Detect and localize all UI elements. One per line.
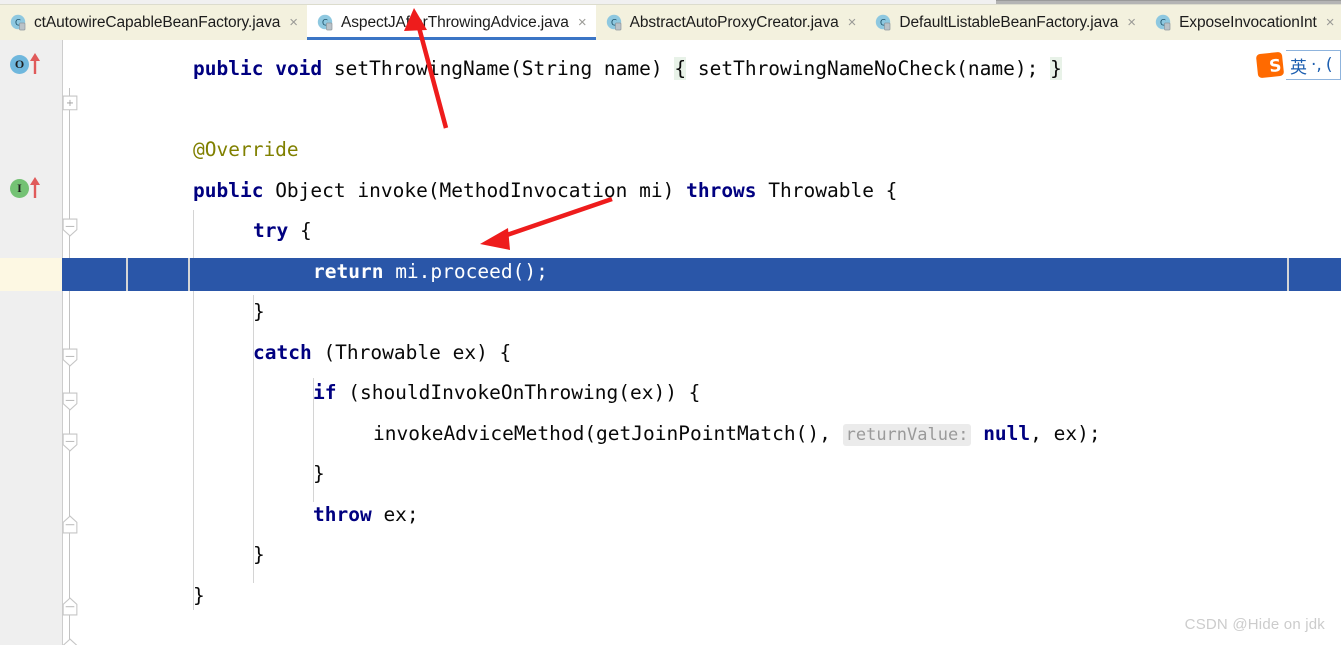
close-icon[interactable]: ×: [1127, 15, 1136, 30]
code-token: public: [193, 178, 264, 202]
line-close-method[interactable]: }: [0, 576, 1341, 617]
line-throw-ex-text: throw ex;: [313, 495, 419, 536]
ime-separator-label[interactable]: ·,: [1311, 55, 1322, 75]
code-token: throws: [686, 178, 757, 202]
line-close-if[interactable]: }: [0, 454, 1341, 495]
code-token: , ex);: [1030, 421, 1101, 445]
line-blank-1[interactable]: [0, 90, 1341, 131]
editor-tab-label: AspectJAfterThrowingAdvice.java: [341, 13, 569, 31]
line-close-method-text: }: [193, 576, 205, 617]
sogou-input-method-bar[interactable]: S 英 ·, (: [1256, 46, 1341, 84]
java-class-icon: C: [876, 14, 891, 31]
code-token: throw: [313, 502, 372, 526]
editor-tab-3[interactable]: C DefaultListableBeanFactory.java ×: [865, 5, 1146, 40]
code-token: Object invoke(MethodInvocation mi): [263, 178, 687, 202]
java-class-icon: C: [10, 14, 26, 31]
close-icon[interactable]: ×: [1326, 15, 1335, 30]
code-token: return: [313, 259, 384, 283]
line-return-proceed-text: return mi.proceed();: [313, 252, 548, 293]
code-token: mi.proceed();: [383, 259, 548, 283]
code-token: setThrowingNameNoCheck(name);: [686, 57, 1051, 80]
code-token: }: [1050, 57, 1062, 80]
code-token: catch: [253, 340, 312, 364]
line-set-throwing-name-text: public void setThrowingName(String name)…: [193, 49, 1062, 90]
close-icon[interactable]: ×: [578, 15, 587, 30]
editor-tab-label: ctAutowireCapableBeanFactory.java: [34, 13, 281, 31]
line-throw-ex[interactable]: throw ex;: [0, 495, 1341, 536]
code-token: null: [983, 421, 1031, 445]
close-icon[interactable]: ×: [289, 15, 298, 30]
editor-tab-label: ExposeInvocationInt: [1179, 13, 1317, 31]
line-override-annotation[interactable]: @Override: [0, 130, 1341, 171]
code-token: if: [313, 381, 337, 404]
code-token: void: [275, 57, 323, 80]
parameter-hint: returnValue:: [842, 423, 972, 446]
editor-tab-2[interactable]: C AbstractAutoProxyCreator.java ×: [595, 5, 866, 40]
line-close-try-text: }: [253, 292, 265, 333]
svg-text:S: S: [1268, 56, 1282, 77]
code-token: (shouldInvokeOnThrowing(ex)) {: [336, 381, 701, 404]
line-override-annotation-text: @Override: [193, 130, 299, 171]
line-invoke-signature[interactable]: public Object invoke(MethodInvocation mi…: [0, 171, 1341, 212]
line-if-should-invoke[interactable]: if (shouldInvokeOnThrowing(ex)) {: [0, 373, 1341, 414]
line-try-text: try {: [253, 211, 312, 252]
line-if-should-invoke-text: if (shouldInvokeOnThrowing(ex)) {: [313, 373, 700, 414]
code-token: }: [253, 543, 265, 566]
line-set-throwing-name[interactable]: public void setThrowingName(String name)…: [0, 49, 1341, 90]
line-invoke-advice-method[interactable]: invokeAdviceMethod(getJoinPointMatch(), …: [0, 414, 1341, 455]
code-token: ex;: [371, 502, 419, 526]
line-close-catch-text: }: [253, 535, 265, 576]
editor-area[interactable]: O I +———————— public void setThrowingNam…: [0, 40, 1341, 645]
line-try[interactable]: try {: [0, 211, 1341, 252]
code-content[interactable]: public void setThrowingName(String name)…: [0, 40, 1341, 645]
code-token: invokeAdviceMethod(getJoinPointMatch(),: [373, 421, 843, 445]
ime-extra-label[interactable]: (: [1326, 55, 1333, 75]
editor-tab-4[interactable]: C ExposeInvocationInt ×: [1145, 5, 1341, 40]
code-token: Throwable {: [756, 178, 898, 202]
watermark: CSDN @Hide on jdk: [1184, 616, 1325, 633]
code-token: {: [288, 219, 312, 242]
line-close-if-text: }: [313, 454, 325, 495]
close-icon[interactable]: ×: [848, 15, 857, 30]
line-close-try[interactable]: }: [0, 292, 1341, 333]
editor-tab-1[interactable]: C AspectJAfterThrowingAdvice.java ×: [307, 5, 596, 40]
java-class-icon: C: [1155, 14, 1171, 31]
editor-tab-0[interactable]: CctAutowireCapableBeanFactory.java ×: [0, 5, 308, 40]
code-token: (Throwable ex) {: [311, 340, 512, 364]
line-catch[interactable]: catch (Throwable ex) {: [0, 333, 1341, 374]
ime-mode-label[interactable]: 英: [1290, 53, 1307, 78]
line-invoke-advice-method-text: invokeAdviceMethod(getJoinPointMatch(), …: [373, 414, 1101, 455]
code-token: }: [313, 462, 325, 485]
sogou-ime-panel[interactable]: 英 ·, (: [1286, 50, 1341, 80]
sogou-logo-icon[interactable]: S: [1256, 50, 1286, 80]
line-catch-text: catch (Throwable ex) {: [253, 333, 511, 374]
code-token: try: [253, 219, 289, 242]
code-token: }: [253, 300, 265, 323]
java-class-icon: C: [606, 14, 621, 31]
java-class-icon: C: [317, 14, 333, 31]
horizontal-scrollbar[interactable]: [996, 0, 1341, 4]
line-return-proceed[interactable]: return mi.proceed();: [0, 252, 1341, 293]
line-invoke-signature-text: public Object invoke(MethodInvocation mi…: [193, 171, 897, 212]
code-token: {: [674, 57, 687, 80]
editor-tab-label: DefaultListableBeanFactory.java: [899, 13, 1119, 31]
editor-tab-bar[interactable]: CctAutowireCapableBeanFactory.java × C Aspe…: [0, 5, 1341, 40]
editor-tab-label: AbstractAutoProxyCreator.java: [629, 13, 839, 31]
code-token: }: [193, 583, 205, 607]
line-close-catch[interactable]: }: [0, 535, 1341, 576]
code-token: public: [193, 57, 264, 80]
code-token: setThrowingName(String name): [322, 57, 675, 80]
code-token: @Override: [193, 138, 299, 161]
